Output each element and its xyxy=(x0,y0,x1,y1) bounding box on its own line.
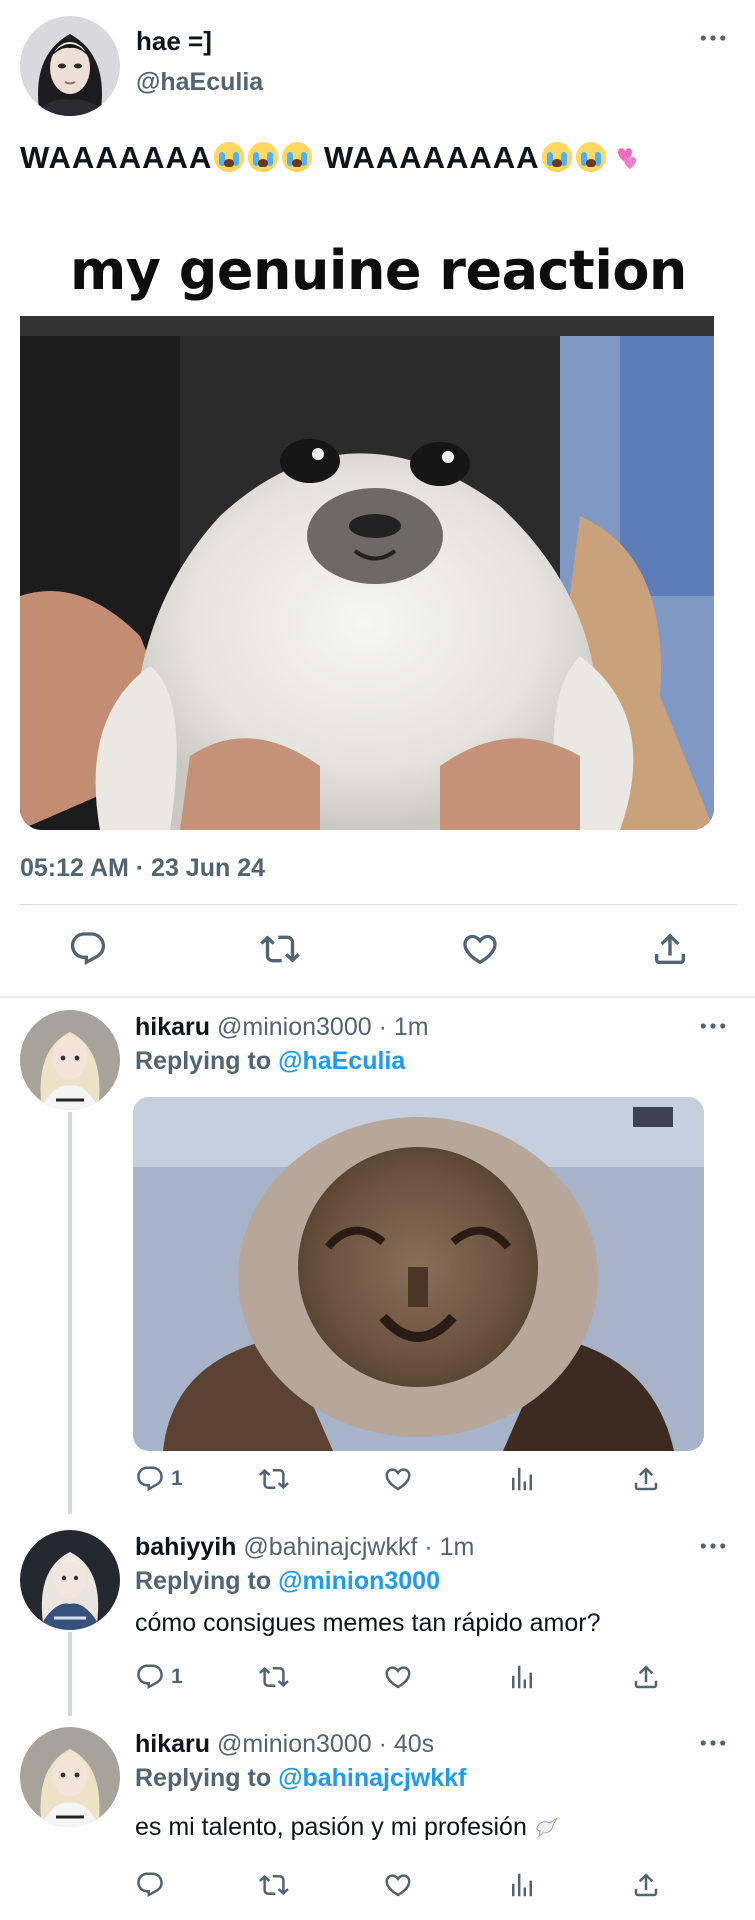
reply-action-bar: 1 xyxy=(135,1660,715,1700)
tweet-media[interactable]: my genuine reaction xyxy=(20,230,714,830)
replying-to-label: Replying to xyxy=(135,1764,272,1792)
retweet-icon[interactable] xyxy=(259,1662,289,1692)
crying-emoji-icon xyxy=(575,142,606,172)
reply-author-name[interactable]: hikaru xyxy=(135,1013,210,1041)
crying-emoji-icon xyxy=(282,142,313,172)
tweet-text: WAAAAAAA WAAAAAAAA xyxy=(20,140,642,176)
replying-to: Replying to @bahinajcjwkkf xyxy=(135,1764,466,1793)
heart-emoji-icon xyxy=(610,142,640,172)
replying-to-mention[interactable]: @minion3000 xyxy=(278,1567,440,1595)
reply-icon[interactable]: 1 xyxy=(135,1464,183,1494)
reply-author-name[interactable]: bahiyyih xyxy=(135,1533,236,1561)
reply-author-name[interactable]: hikaru xyxy=(135,1730,210,1758)
tweet-action-bar xyxy=(20,925,737,975)
reply-avatar[interactable] xyxy=(20,1530,120,1630)
reply-icon[interactable]: 1 xyxy=(135,1662,183,1692)
more-icon[interactable] xyxy=(700,30,730,50)
replying-to-label: Replying to xyxy=(135,1567,272,1595)
tweet-text-part1: WAAAAAAA xyxy=(20,140,213,175)
reply-avatar[interactable] xyxy=(20,1727,120,1827)
meme-divider-bar xyxy=(20,316,714,336)
share-icon[interactable] xyxy=(631,1464,661,1494)
reply-action-bar: 1 xyxy=(135,1462,715,1502)
share-icon[interactable] xyxy=(631,1870,661,1900)
author-handle[interactable]: @haEculia xyxy=(136,68,263,97)
reply-author-meta[interactable]: @minion3000 · 1m xyxy=(217,1013,429,1041)
analytics-icon[interactable] xyxy=(507,1464,537,1494)
crying-emoji-icon xyxy=(541,142,572,172)
replying-to-mention[interactable]: @bahinajcjwkkf xyxy=(278,1764,466,1792)
dove-emoji-icon xyxy=(534,1813,560,1846)
author-name[interactable]: hae =] xyxy=(136,26,212,57)
like-icon[interactable] xyxy=(383,1870,413,1900)
retweet-icon[interactable] xyxy=(259,1870,289,1900)
tweet-text-part2: WAAAAAAAA xyxy=(323,140,540,175)
share-icon[interactable] xyxy=(631,1662,661,1692)
reply-icon[interactable] xyxy=(135,1870,165,1900)
divider xyxy=(20,904,737,905)
seal-photo xyxy=(20,336,714,830)
reply-media[interactable] xyxy=(133,1097,704,1451)
reply-header: bahiyyih @bahinajcjwkkf · 1m xyxy=(135,1533,474,1562)
avatar[interactable] xyxy=(20,16,120,116)
more-icon[interactable] xyxy=(700,1018,730,1038)
reply-text-content: es mi talento, pasión y mi profesión xyxy=(135,1813,527,1841)
divider xyxy=(0,996,755,998)
like-icon[interactable] xyxy=(460,929,500,969)
crying-emoji-icon xyxy=(214,142,245,172)
reply-text: cómo consigues memes tan rápido amor? xyxy=(135,1609,601,1637)
thread-line xyxy=(68,1112,72,1514)
analytics-icon[interactable] xyxy=(507,1870,537,1900)
reply-author-meta[interactable]: @bahinajcjwkkf · 1m xyxy=(243,1533,474,1561)
reply-author-meta[interactable]: @minion3000 · 40s xyxy=(217,1730,434,1758)
reply-header: hikaru @minion3000 · 1m xyxy=(135,1013,429,1042)
reply-count: 1 xyxy=(171,1665,183,1688)
analytics-icon[interactable] xyxy=(507,1662,537,1692)
reply-avatar[interactable] xyxy=(20,1010,120,1110)
like-icon[interactable] xyxy=(383,1662,413,1692)
like-icon[interactable] xyxy=(383,1464,413,1494)
replying-to: Replying to @minion3000 xyxy=(135,1567,440,1596)
more-icon[interactable] xyxy=(700,1735,730,1755)
replying-to-mention[interactable]: @haEculia xyxy=(278,1047,405,1075)
reply-icon[interactable] xyxy=(68,929,108,969)
thread-line xyxy=(68,1632,72,1716)
more-icon[interactable] xyxy=(700,1538,730,1558)
reply-action-bar xyxy=(135,1868,715,1908)
share-icon[interactable] xyxy=(650,929,690,969)
retweet-icon[interactable] xyxy=(260,929,300,969)
retweet-icon[interactable] xyxy=(259,1464,289,1494)
replying-to: Replying to @haEculia xyxy=(135,1047,405,1076)
reply-text: es mi talento, pasión y mi profesión xyxy=(135,1813,560,1846)
crying-emoji-icon xyxy=(248,142,279,172)
replying-to-label: Replying to xyxy=(135,1047,272,1075)
reply-count: 1 xyxy=(171,1467,183,1490)
meme-caption: my genuine reaction xyxy=(20,230,714,310)
reply-header: hikaru @minion3000 · 40s xyxy=(135,1730,434,1759)
tweet-timestamp[interactable]: 05:12 AM · 23 Jun 24 xyxy=(20,854,265,883)
